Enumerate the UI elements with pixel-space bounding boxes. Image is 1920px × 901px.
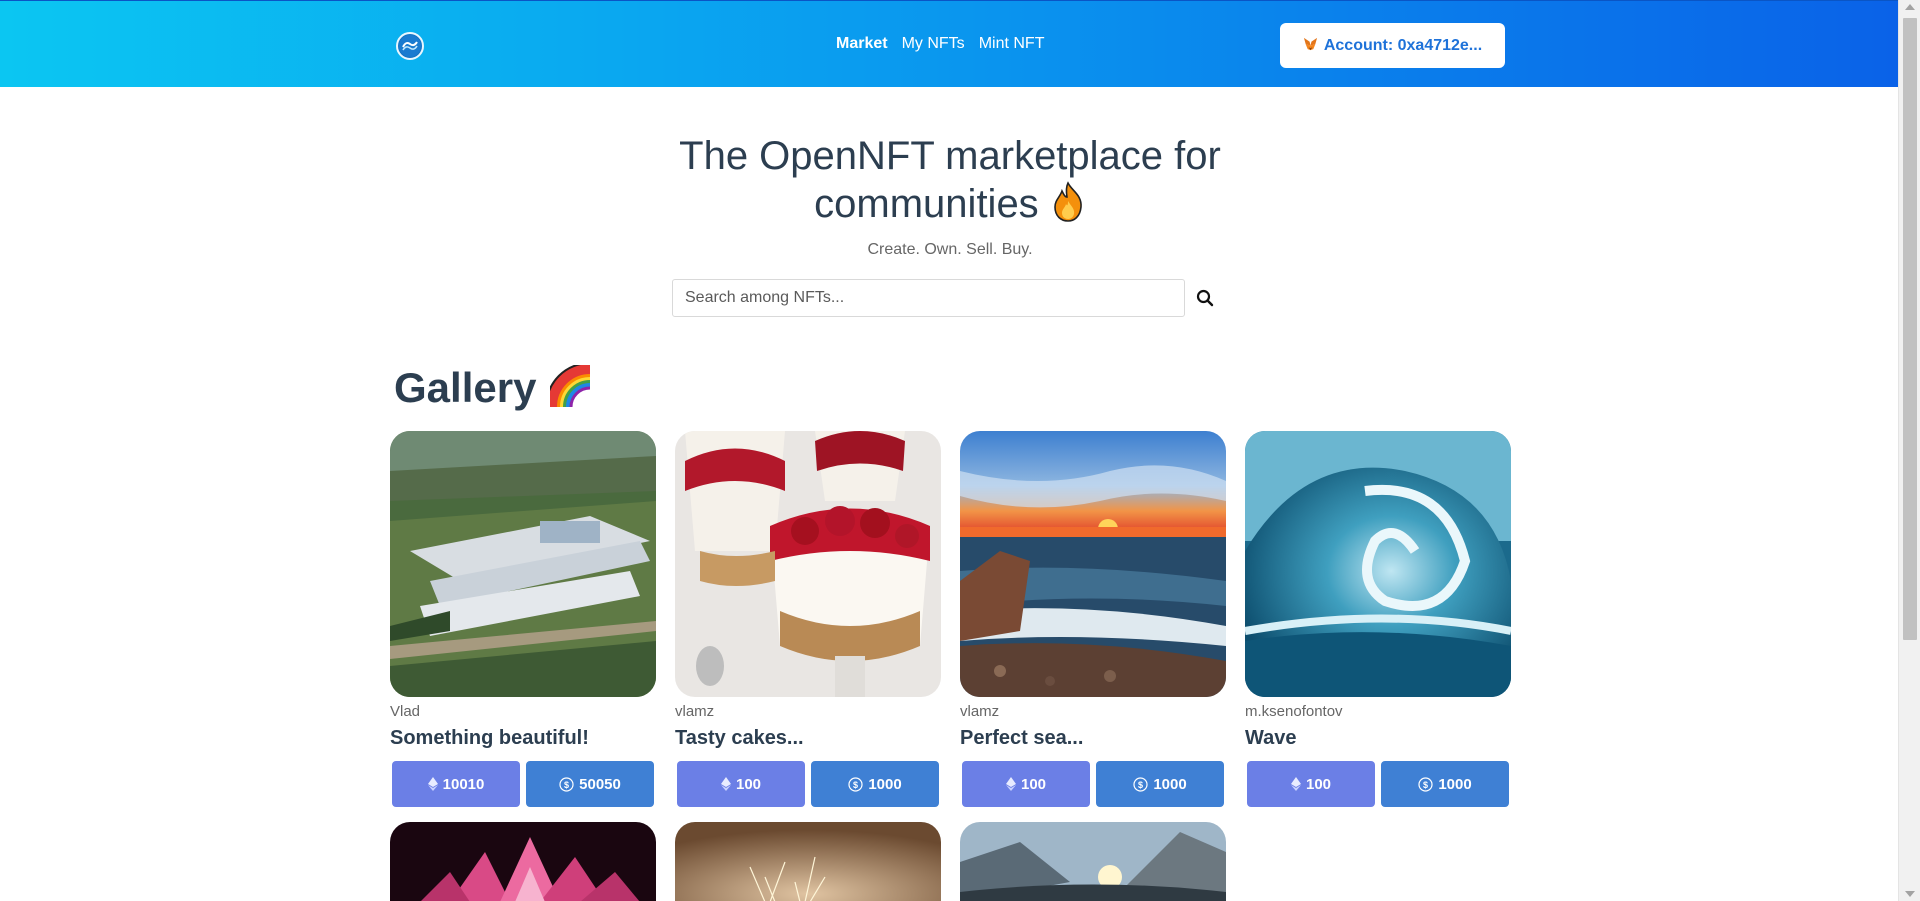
tagline: Create. Own. Sell. Buy. (867, 241, 1033, 258)
svg-text:$: $ (1423, 780, 1428, 790)
buy-eth-button[interactable]: 100 (1247, 761, 1375, 807)
dollar-coin-icon: $ (848, 776, 863, 792)
buy-usd-button[interactable]: $ 1000 (811, 761, 939, 807)
nft-image-sunset-sea[interactable] (960, 431, 1226, 697)
nft-owner[interactable]: vlamz (675, 703, 941, 721)
nft-card[interactable]: vlamz Perfect sea... 100 $ 1000 (960, 431, 1226, 807)
price-buttons: 100 $ 1000 (1245, 761, 1511, 807)
nft-image-cheesecake[interactable] (675, 431, 941, 697)
nft-image-lotus[interactable] (390, 822, 656, 901)
top-navbar: Market My NFTs Mint NFT Account: 0xa4712… (0, 0, 1898, 87)
eth-price: 100 (1020, 775, 1047, 793)
price-buttons: 100 $ 1000 (960, 761, 1226, 807)
buy-usd-button[interactable]: $ 1000 (1096, 761, 1224, 807)
eth-price: 10010 (442, 775, 485, 793)
nft-image-wave[interactable] (1245, 431, 1511, 697)
nft-image-sparkler[interactable] (675, 822, 941, 901)
search-icon[interactable] (1196, 289, 1214, 307)
svg-text:$: $ (853, 780, 858, 790)
scroll-up-arrow-icon[interactable] (1905, 4, 1915, 10)
price-buttons: 100 $ 1000 (675, 761, 941, 807)
dollar-coin-icon: $ (559, 776, 574, 792)
nft-owner[interactable]: m.ksenofontov (1245, 703, 1511, 721)
nft-owner[interactable]: vlamz (960, 703, 1226, 721)
eth-price: 100 (735, 775, 762, 793)
dollar-coin-icon: $ (1133, 776, 1148, 792)
metamask-fox-icon (1303, 36, 1318, 55)
ethereum-icon (720, 777, 731, 791)
usd-price: 1000 (1438, 775, 1472, 793)
nft-card[interactable]: m.ksenofontov Wave 100 $ 1000 (1245, 431, 1511, 807)
scrollbar-thumb[interactable] (1903, 18, 1917, 640)
nft-image-mountain-sunrise[interactable] (960, 822, 1226, 901)
nav-mint-nft[interactable]: Mint NFT (979, 35, 1045, 53)
scroll-down-arrow-icon[interactable] (1905, 891, 1915, 897)
fire-emoji (1054, 181, 1082, 222)
account-label: Account: 0xa4712e... (1323, 36, 1483, 54)
buy-usd-button[interactable]: $ 50050 (526, 761, 654, 807)
svg-text:$: $ (564, 780, 569, 790)
nft-image-aerial-facility[interactable] (390, 431, 656, 697)
nft-card[interactable]: vlamz Tasty cakes... 100 $ 1000 (675, 431, 941, 807)
nft-card[interactable] (675, 822, 941, 901)
search-input[interactable] (672, 279, 1185, 317)
main-nav: Market My NFTs Mint NFT (836, 35, 1044, 53)
ethereum-icon (427, 777, 438, 791)
title-line-2: communities (814, 182, 1039, 226)
account-button[interactable]: Account: 0xa4712e... (1280, 23, 1505, 68)
usd-price: 1000 (868, 775, 902, 793)
nft-card[interactable] (390, 822, 656, 901)
svg-text:$: $ (1138, 780, 1143, 790)
ethereum-icon (1005, 777, 1016, 791)
buy-eth-button[interactable]: 100 (962, 761, 1090, 807)
nft-name[interactable]: Something beautiful! (390, 727, 656, 751)
nft-name[interactable]: Wave (1245, 727, 1511, 751)
nft-card[interactable] (960, 822, 1226, 901)
title-line-2-wrap: communities (560, 180, 1340, 228)
buy-eth-button[interactable]: 100 (677, 761, 805, 807)
nft-card[interactable]: Vlad Something beautiful! 10010 $ 50050 (390, 431, 656, 807)
nav-market[interactable]: Market (836, 35, 888, 53)
openNFT-logo-icon[interactable] (396, 32, 424, 60)
title-line-1: The OpenNFT marketplace for (679, 134, 1221, 178)
usd-price: 50050 (579, 775, 621, 793)
dollar-coin-icon: $ (1418, 776, 1433, 792)
price-buttons: 10010 $ 50050 (390, 761, 656, 807)
rainbow-emoji (550, 365, 592, 408)
gallery-title: Gallery (394, 364, 537, 411)
nft-owner[interactable]: Vlad (390, 703, 656, 721)
nav-my-nfts[interactable]: My NFTs (902, 35, 965, 53)
buy-usd-button[interactable]: $ 1000 (1381, 761, 1509, 807)
usd-price: 1000 (1153, 775, 1187, 793)
page-title: The OpenNFT marketplace for communities (560, 132, 1340, 228)
vertical-scrollbar[interactable] (1898, 0, 1920, 901)
eth-price: 100 (1305, 775, 1332, 793)
nft-name[interactable]: Perfect sea... (960, 727, 1226, 751)
buy-eth-button[interactable]: 10010 (392, 761, 520, 807)
nft-name[interactable]: Tasty cakes... (675, 727, 941, 751)
ethereum-icon (1290, 777, 1301, 791)
gallery-heading: Gallery (394, 364, 596, 412)
